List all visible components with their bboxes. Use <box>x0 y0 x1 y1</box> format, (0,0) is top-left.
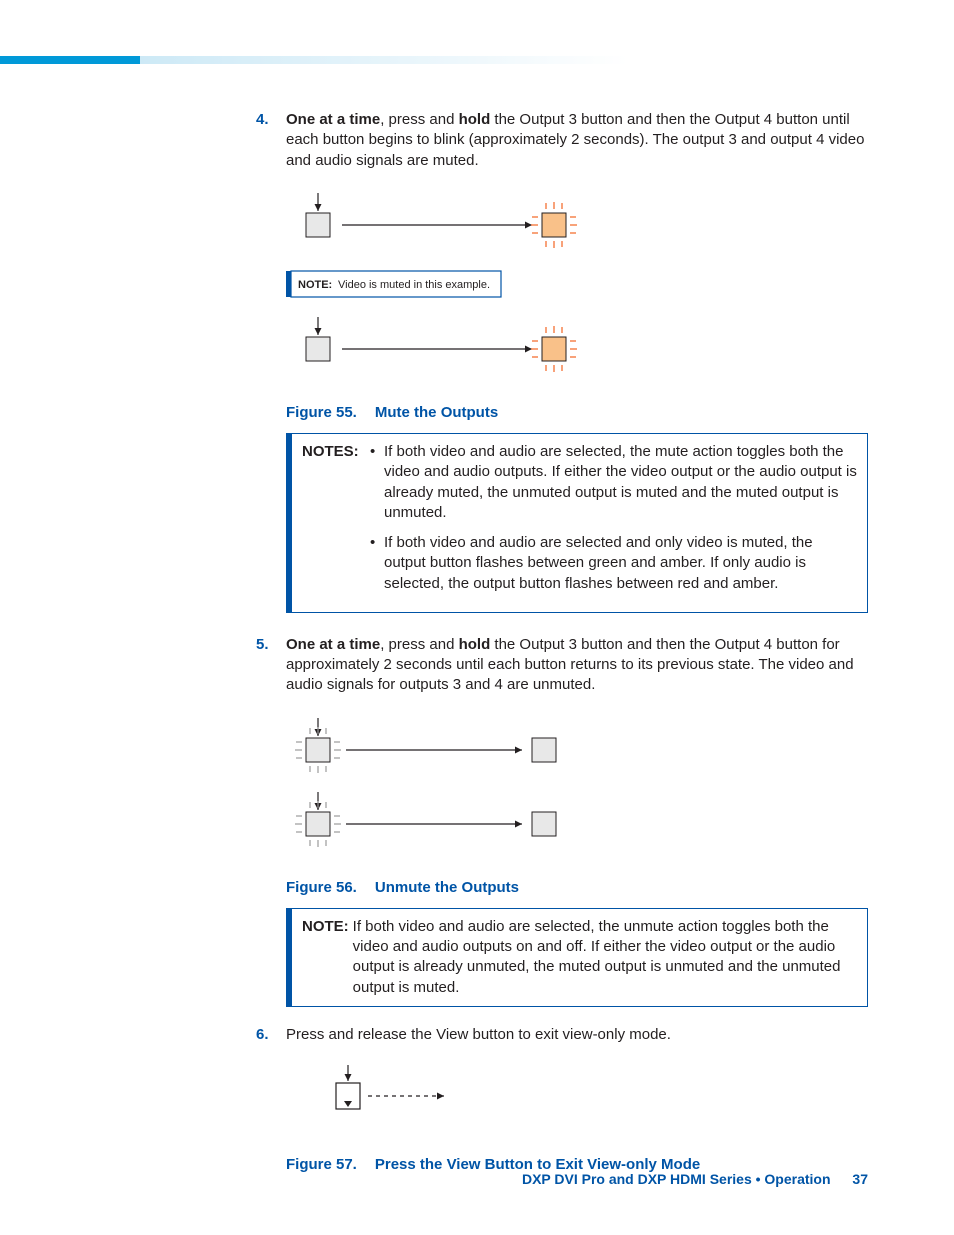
header-fade-bar <box>140 56 954 64</box>
radiating-button-icon <box>295 801 341 847</box>
step-5: 5. One at a time, press and hold the Out… <box>256 635 868 696</box>
step-number: 5. <box>256 635 286 696</box>
footer-title: DXP DVI Pro and DXP HDMI Series • Operat… <box>522 1171 831 1187</box>
note-item: If both video and audio are selected, th… <box>370 442 857 523</box>
mini-note-label: NOTE: <box>298 279 332 291</box>
step-number: 4. <box>256 110 286 171</box>
page-number: 37 <box>852 1171 868 1187</box>
emphasis: hold <box>459 636 491 653</box>
figure-56-caption: Figure 56.Unmute the Outputs <box>286 878 868 898</box>
emphasis: hold <box>459 111 491 128</box>
note-item: If both video and audio are selected and… <box>370 533 857 594</box>
amber-button-icon <box>531 326 577 372</box>
notes-list: If both video and audio are selected, th… <box>370 442 857 604</box>
figure-57-diagram <box>326 1063 868 1119</box>
note-text: If both video and audio are selected, th… <box>353 917 857 998</box>
header-accent-bar <box>0 56 140 64</box>
step-number: 6. <box>256 1025 286 1045</box>
step-text: One at a time, press and hold the Output… <box>286 635 868 696</box>
radiating-button-icon <box>295 727 341 773</box>
step-6: 6. Press and release the View button to … <box>256 1025 868 1045</box>
emphasis: One at a time <box>286 636 380 653</box>
figure-56-diagram <box>286 714 868 864</box>
step-text: One at a time, press and hold the Output… <box>286 110 868 171</box>
step-4: 4. One at a time, press and hold the Out… <box>256 110 868 171</box>
emphasis: One at a time <box>286 111 380 128</box>
step-text: Press and release the View button to exi… <box>286 1025 868 1045</box>
page-content: 4. One at a time, press and hold the Out… <box>256 110 868 1185</box>
mini-note-text: Video is muted in this example. <box>338 279 490 291</box>
notes-box: NOTES: If both video and audio are selec… <box>286 433 868 613</box>
page-footer: DXP DVI Pro and DXP HDMI Series • Operat… <box>0 1171 868 1187</box>
amber-button-icon <box>531 202 577 248</box>
note-box: NOTE: If both video and audio are select… <box>286 908 868 1007</box>
figure-55-diagram: NOTE: Video is muted in this example. <box>286 189 868 389</box>
note-label: NOTE: <box>302 917 353 998</box>
notes-label: NOTES: <box>302 442 370 604</box>
figure-55-caption: Figure 55.Mute the Outputs <box>286 403 868 423</box>
